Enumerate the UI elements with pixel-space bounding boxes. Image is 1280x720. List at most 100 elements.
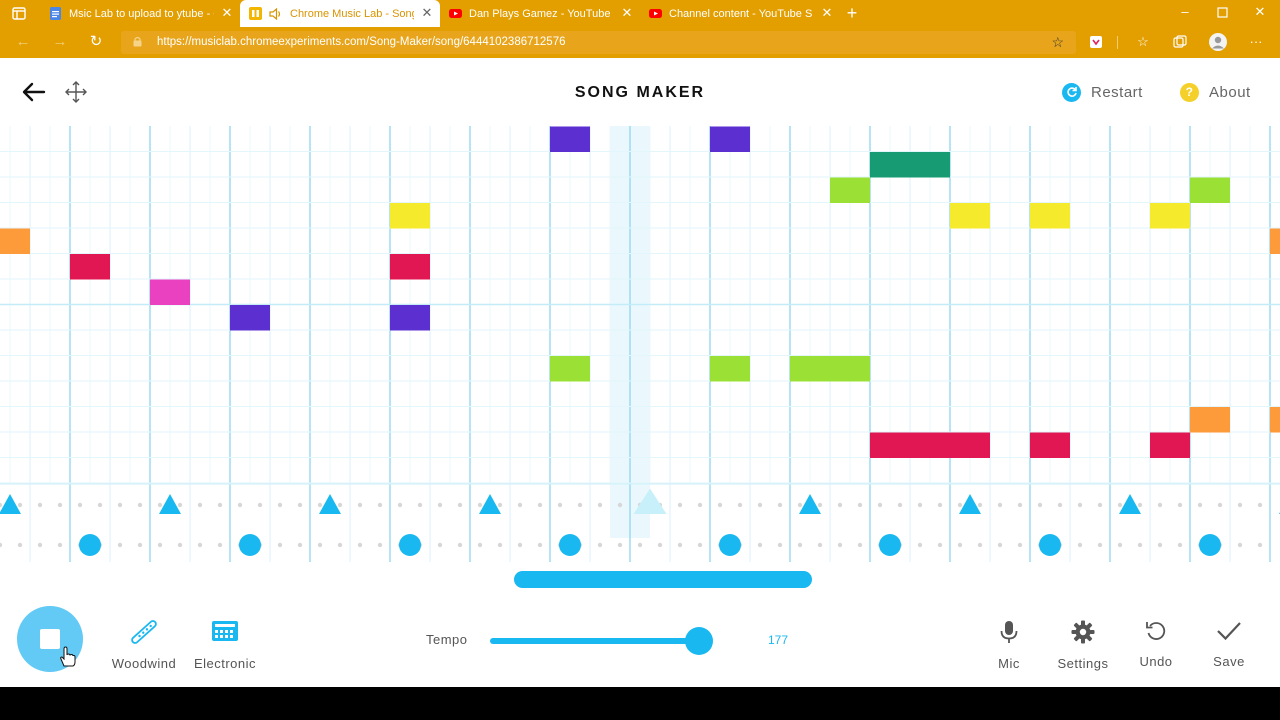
music-lab-icon	[249, 7, 262, 20]
flute-icon	[131, 620, 157, 644]
close-tab-icon[interactable]: ✕	[420, 6, 434, 20]
tab-dan-plays-gamez[interactable]: Dan Plays Gamez - YouTube ✕	[440, 0, 640, 27]
tab-docs[interactable]: Msic Lab to upload to ytube - Go ✕	[40, 0, 240, 27]
rhythm-dot	[257, 502, 263, 508]
rhythm-dot	[677, 542, 683, 548]
electronic-instrument-button[interactable]: Electronic	[185, 617, 265, 671]
rhythm-dot	[377, 542, 383, 548]
rhythm-dot	[1017, 502, 1023, 508]
tab-channel-content[interactable]: Channel content - YouTube Studi ✕	[640, 0, 840, 27]
note-cell	[870, 432, 910, 458]
rhythm-dot	[557, 502, 563, 508]
collections-icon[interactable]	[1170, 32, 1190, 52]
note-cell	[830, 356, 870, 382]
rhythm-dot	[957, 502, 963, 508]
extension-icon[interactable]	[1086, 32, 1106, 52]
rhythm-dot	[157, 502, 163, 508]
tempo-slider-thumb[interactable]	[685, 627, 713, 655]
rhythm-dot	[137, 502, 143, 508]
note-cell	[0, 228, 30, 254]
song-grid[interactable]	[0, 126, 1280, 562]
rhythm-dot	[297, 542, 303, 548]
rhythm-dot	[1237, 542, 1243, 548]
woodwind-instrument-button[interactable]: Woodwind	[104, 617, 184, 671]
forward-nav-icon[interactable]: →	[49, 31, 71, 53]
note-cell	[710, 356, 750, 382]
back-nav-icon[interactable]: ←	[12, 31, 34, 53]
rhythm-dot	[137, 542, 143, 548]
rhythm-dot	[117, 542, 123, 548]
window-close-icon[interactable]: ✕	[1250, 4, 1270, 22]
bookmark-star-icon[interactable]: ☆	[1051, 34, 1064, 51]
rhythm-dot	[957, 542, 963, 548]
rhythm-dot	[717, 502, 723, 508]
undo-button[interactable]: Undo	[1121, 620, 1191, 669]
rhythm-dot	[1137, 502, 1143, 508]
rhythm-dot	[1177, 542, 1183, 548]
rhythm-dot	[777, 502, 783, 508]
rhythm-dot	[217, 502, 223, 508]
rhythm-dot	[857, 502, 863, 508]
back-arrow-icon[interactable]	[22, 82, 46, 102]
rhythm-dot	[1197, 502, 1203, 508]
note-cell	[150, 279, 190, 305]
close-tab-icon[interactable]: ✕	[620, 6, 634, 20]
note-cell	[870, 152, 910, 178]
address-bar[interactable]: https://musiclab.chromeexperiments.com/S…	[121, 31, 1076, 54]
new-tab-icon[interactable]: +	[842, 3, 862, 23]
more-menu-icon[interactable]: ···	[1246, 32, 1266, 52]
rhythm-dot	[1037, 502, 1043, 508]
checkmark-icon	[1217, 622, 1241, 641]
tab-search-icon[interactable]	[12, 7, 26, 20]
rhythm-dot	[537, 542, 543, 548]
grid-scrollbar[interactable]	[514, 571, 812, 588]
restart-button[interactable]: Restart	[1062, 82, 1143, 102]
profile-avatar-icon[interactable]	[1208, 32, 1228, 52]
speaker-icon[interactable]	[269, 7, 282, 20]
rhythm-dot	[1217, 502, 1223, 508]
rhythm-dot	[857, 542, 863, 548]
restart-icon	[1062, 82, 1081, 102]
note-cell	[390, 305, 430, 331]
rhythm-dot	[197, 542, 203, 548]
rhythm-dot	[497, 502, 503, 508]
save-button[interactable]: Save	[1194, 620, 1264, 669]
tab-song-maker[interactable]: Chrome Music Lab - Song M ✕	[240, 0, 440, 27]
reload-icon[interactable]: ↻	[85, 31, 107, 53]
restart-label: Restart	[1091, 83, 1143, 101]
about-button[interactable]: ? About	[1180, 82, 1251, 102]
maximize-icon[interactable]	[1212, 4, 1232, 22]
note-cell	[950, 203, 990, 229]
rhythm-dot	[897, 502, 903, 508]
rhythm-dot	[997, 502, 1003, 508]
browser-tab-bar: Msic Lab to upload to ytube - Go ✕ Chrom…	[0, 0, 1280, 27]
settings-button[interactable]: Settings	[1048, 620, 1118, 671]
electronic-label: Electronic	[193, 656, 257, 671]
rhythm-dot	[1017, 542, 1023, 548]
favorites-icon[interactable]: ☆	[1133, 32, 1153, 52]
rhythm-dot	[997, 542, 1003, 548]
rhythm-dot	[1177, 502, 1183, 508]
rhythm-dot	[17, 502, 23, 508]
close-tab-icon[interactable]: ✕	[820, 6, 834, 20]
undo-label: Undo	[1139, 654, 1173, 669]
tempo-slider-track[interactable]	[490, 638, 710, 644]
minimize-icon[interactable]: –	[1175, 4, 1195, 22]
rhythm-dot	[837, 502, 843, 508]
move-arrows-icon[interactable]	[64, 80, 88, 104]
rhythm-dot	[777, 542, 783, 548]
rhythm-dot	[1237, 502, 1243, 508]
google-docs-icon	[50, 7, 61, 20]
close-tab-icon[interactable]: ✕	[220, 6, 234, 20]
rhythm-circle-note	[1199, 534, 1221, 556]
note-cell	[230, 305, 270, 331]
mic-button[interactable]: Mic	[974, 620, 1044, 671]
rhythm-dot	[77, 502, 83, 508]
rhythm-dot	[437, 502, 443, 508]
rhythm-dot	[1117, 542, 1123, 548]
rhythm-dot	[757, 542, 763, 548]
note-cell	[390, 254, 430, 280]
lock-icon	[133, 36, 142, 47]
drum-machine-icon	[212, 621, 238, 641]
note-cell	[830, 177, 870, 203]
